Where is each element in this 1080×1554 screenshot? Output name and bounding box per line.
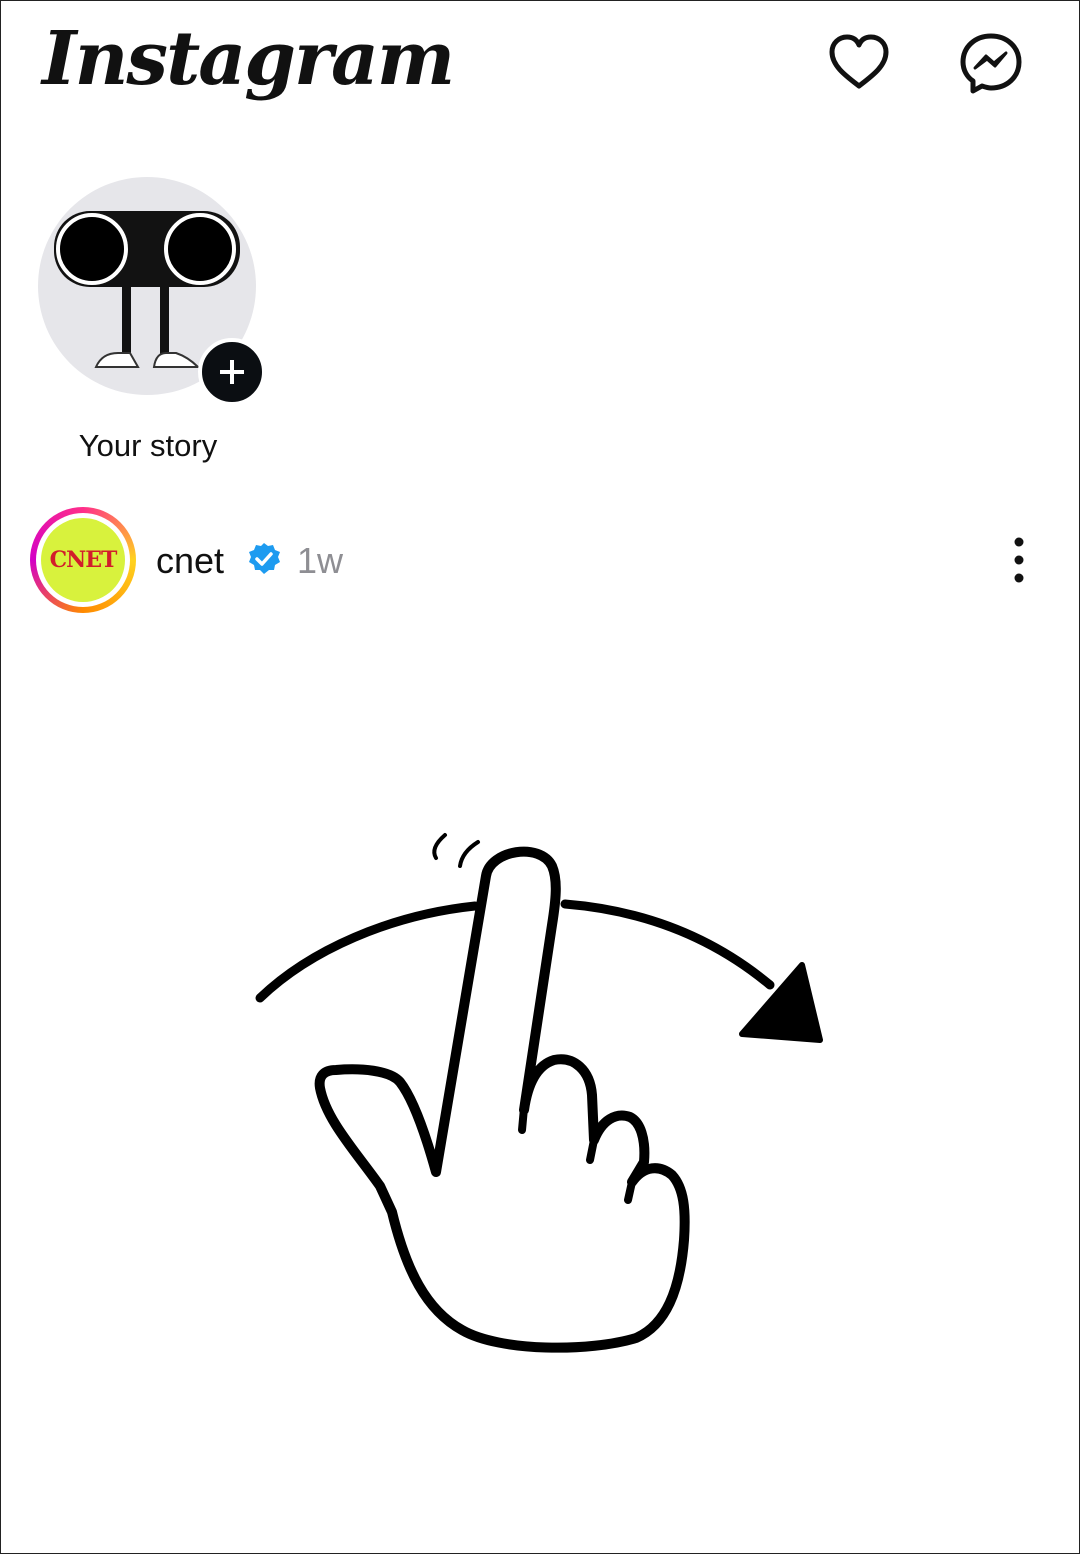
heart-icon[interactable] <box>826 30 892 96</box>
post-username[interactable]: cnet <box>156 540 224 582</box>
post-time: 1w <box>297 540 344 581</box>
story-label: Your story <box>78 428 218 463</box>
swipe-hand-icon <box>255 833 823 1353</box>
instagram-logo: Instagram <box>42 16 455 102</box>
more-options-icon[interactable] <box>1000 535 1038 585</box>
post-media[interactable] <box>240 820 840 1380</box>
post-avatar[interactable]: CNET <box>41 518 125 602</box>
messenger-icon[interactable] <box>958 30 1024 96</box>
add-story-button[interactable] <box>198 338 266 406</box>
verified-badge-icon <box>246 541 282 577</box>
plus-icon <box>220 360 244 384</box>
